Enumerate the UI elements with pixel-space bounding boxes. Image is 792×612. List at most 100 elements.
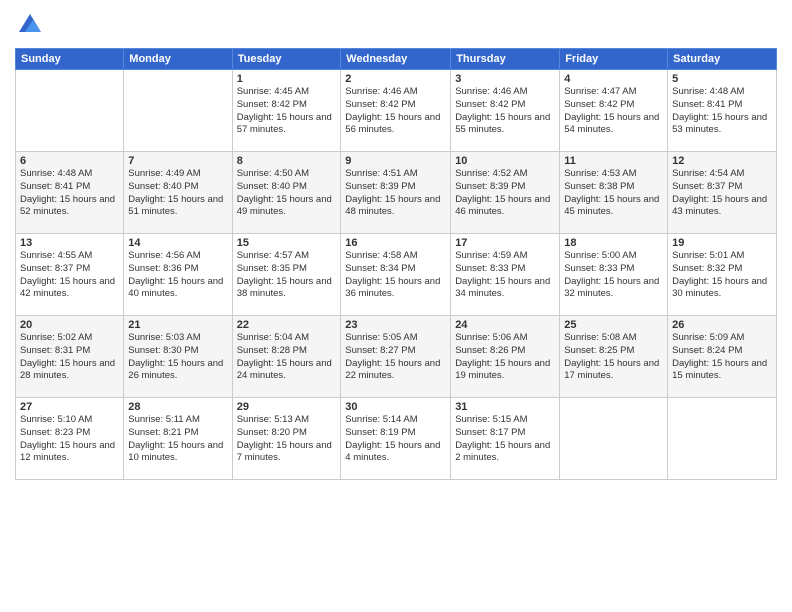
day-info: Sunrise: 5:14 AM Sunset: 8:19 PM Dayligh… [345, 414, 446, 465]
calendar-cell: 13Sunrise: 4:55 AM Sunset: 8:37 PM Dayli… [16, 234, 124, 316]
day-number: 30 [345, 401, 446, 413]
day-number: 10 [455, 155, 555, 167]
day-info: Sunrise: 4:58 AM Sunset: 8:34 PM Dayligh… [345, 250, 446, 301]
calendar-week-row: 1Sunrise: 4:45 AM Sunset: 8:42 PM Daylig… [16, 70, 777, 152]
day-info: Sunrise: 5:13 AM Sunset: 8:20 PM Dayligh… [237, 414, 337, 465]
day-info: Sunrise: 4:57 AM Sunset: 8:35 PM Dayligh… [237, 250, 337, 301]
calendar-cell: 22Sunrise: 5:04 AM Sunset: 8:28 PM Dayli… [232, 316, 341, 398]
weekday-header: Sunday [16, 49, 124, 70]
calendar-cell: 17Sunrise: 4:59 AM Sunset: 8:33 PM Dayli… [451, 234, 560, 316]
day-info: Sunrise: 4:46 AM Sunset: 8:42 PM Dayligh… [345, 86, 446, 137]
calendar-cell: 4Sunrise: 4:47 AM Sunset: 8:42 PM Daylig… [560, 70, 668, 152]
calendar-cell [560, 398, 668, 480]
day-number: 11 [564, 155, 663, 167]
day-number: 18 [564, 237, 663, 249]
day-number: 17 [455, 237, 555, 249]
day-info: Sunrise: 5:00 AM Sunset: 8:33 PM Dayligh… [564, 250, 663, 301]
weekday-header: Tuesday [232, 49, 341, 70]
calendar-cell: 12Sunrise: 4:54 AM Sunset: 8:37 PM Dayli… [668, 152, 777, 234]
calendar-cell: 29Sunrise: 5:13 AM Sunset: 8:20 PM Dayli… [232, 398, 341, 480]
weekday-header: Monday [124, 49, 232, 70]
day-info: Sunrise: 4:46 AM Sunset: 8:42 PM Dayligh… [455, 86, 555, 137]
day-number: 3 [455, 73, 555, 85]
calendar-cell: 21Sunrise: 5:03 AM Sunset: 8:30 PM Dayli… [124, 316, 232, 398]
calendar-cell [16, 70, 124, 152]
calendar-cell: 30Sunrise: 5:14 AM Sunset: 8:19 PM Dayli… [341, 398, 451, 480]
calendar-cell: 20Sunrise: 5:02 AM Sunset: 8:31 PM Dayli… [16, 316, 124, 398]
day-info: Sunrise: 5:04 AM Sunset: 8:28 PM Dayligh… [237, 332, 337, 383]
calendar: SundayMondayTuesdayWednesdayThursdayFrid… [15, 48, 777, 480]
day-info: Sunrise: 4:45 AM Sunset: 8:42 PM Dayligh… [237, 86, 337, 137]
weekday-header: Friday [560, 49, 668, 70]
day-info: Sunrise: 4:48 AM Sunset: 8:41 PM Dayligh… [672, 86, 772, 137]
day-info: Sunrise: 5:09 AM Sunset: 8:24 PM Dayligh… [672, 332, 772, 383]
calendar-cell: 1Sunrise: 4:45 AM Sunset: 8:42 PM Daylig… [232, 70, 341, 152]
logo [15, 10, 49, 40]
day-info: Sunrise: 5:02 AM Sunset: 8:31 PM Dayligh… [20, 332, 119, 383]
day-info: Sunrise: 4:51 AM Sunset: 8:39 PM Dayligh… [345, 168, 446, 219]
day-number: 28 [128, 401, 227, 413]
calendar-cell: 14Sunrise: 4:56 AM Sunset: 8:36 PM Dayli… [124, 234, 232, 316]
calendar-cell [124, 70, 232, 152]
day-info: Sunrise: 5:11 AM Sunset: 8:21 PM Dayligh… [128, 414, 227, 465]
calendar-cell: 23Sunrise: 5:05 AM Sunset: 8:27 PM Dayli… [341, 316, 451, 398]
day-number: 24 [455, 319, 555, 331]
day-info: Sunrise: 4:55 AM Sunset: 8:37 PM Dayligh… [20, 250, 119, 301]
day-number: 19 [672, 237, 772, 249]
weekday-header: Wednesday [341, 49, 451, 70]
day-number: 14 [128, 237, 227, 249]
calendar-cell [668, 398, 777, 480]
day-info: Sunrise: 5:01 AM Sunset: 8:32 PM Dayligh… [672, 250, 772, 301]
day-number: 21 [128, 319, 227, 331]
day-info: Sunrise: 4:52 AM Sunset: 8:39 PM Dayligh… [455, 168, 555, 219]
day-number: 16 [345, 237, 446, 249]
day-info: Sunrise: 4:54 AM Sunset: 8:37 PM Dayligh… [672, 168, 772, 219]
day-number: 9 [345, 155, 446, 167]
day-info: Sunrise: 5:05 AM Sunset: 8:27 PM Dayligh… [345, 332, 446, 383]
logo-icon [15, 10, 45, 40]
day-number: 6 [20, 155, 119, 167]
day-info: Sunrise: 4:59 AM Sunset: 8:33 PM Dayligh… [455, 250, 555, 301]
calendar-cell: 6Sunrise: 4:48 AM Sunset: 8:41 PM Daylig… [16, 152, 124, 234]
calendar-cell: 19Sunrise: 5:01 AM Sunset: 8:32 PM Dayli… [668, 234, 777, 316]
day-info: Sunrise: 4:56 AM Sunset: 8:36 PM Dayligh… [128, 250, 227, 301]
day-number: 31 [455, 401, 555, 413]
calendar-cell: 8Sunrise: 4:50 AM Sunset: 8:40 PM Daylig… [232, 152, 341, 234]
calendar-cell: 27Sunrise: 5:10 AM Sunset: 8:23 PM Dayli… [16, 398, 124, 480]
day-number: 2 [345, 73, 446, 85]
day-info: Sunrise: 5:06 AM Sunset: 8:26 PM Dayligh… [455, 332, 555, 383]
page: SundayMondayTuesdayWednesdayThursdayFrid… [0, 0, 792, 612]
calendar-cell: 25Sunrise: 5:08 AM Sunset: 8:25 PM Dayli… [560, 316, 668, 398]
calendar-cell: 11Sunrise: 4:53 AM Sunset: 8:38 PM Dayli… [560, 152, 668, 234]
day-number: 25 [564, 319, 663, 331]
calendar-week-row: 6Sunrise: 4:48 AM Sunset: 8:41 PM Daylig… [16, 152, 777, 234]
day-info: Sunrise: 5:03 AM Sunset: 8:30 PM Dayligh… [128, 332, 227, 383]
day-info: Sunrise: 5:08 AM Sunset: 8:25 PM Dayligh… [564, 332, 663, 383]
day-info: Sunrise: 4:47 AM Sunset: 8:42 PM Dayligh… [564, 86, 663, 137]
day-info: Sunrise: 5:15 AM Sunset: 8:17 PM Dayligh… [455, 414, 555, 465]
day-number: 5 [672, 73, 772, 85]
day-number: 29 [237, 401, 337, 413]
day-number: 7 [128, 155, 227, 167]
day-info: Sunrise: 4:53 AM Sunset: 8:38 PM Dayligh… [564, 168, 663, 219]
day-number: 8 [237, 155, 337, 167]
calendar-cell: 31Sunrise: 5:15 AM Sunset: 8:17 PM Dayli… [451, 398, 560, 480]
header [15, 10, 777, 40]
weekday-header: Thursday [451, 49, 560, 70]
calendar-cell: 5Sunrise: 4:48 AM Sunset: 8:41 PM Daylig… [668, 70, 777, 152]
calendar-cell: 3Sunrise: 4:46 AM Sunset: 8:42 PM Daylig… [451, 70, 560, 152]
day-number: 15 [237, 237, 337, 249]
calendar-cell: 2Sunrise: 4:46 AM Sunset: 8:42 PM Daylig… [341, 70, 451, 152]
calendar-week-row: 13Sunrise: 4:55 AM Sunset: 8:37 PM Dayli… [16, 234, 777, 316]
weekday-header-row: SundayMondayTuesdayWednesdayThursdayFrid… [16, 49, 777, 70]
calendar-cell: 18Sunrise: 5:00 AM Sunset: 8:33 PM Dayli… [560, 234, 668, 316]
calendar-cell: 26Sunrise: 5:09 AM Sunset: 8:24 PM Dayli… [668, 316, 777, 398]
day-info: Sunrise: 4:48 AM Sunset: 8:41 PM Dayligh… [20, 168, 119, 219]
day-number: 4 [564, 73, 663, 85]
calendar-cell: 7Sunrise: 4:49 AM Sunset: 8:40 PM Daylig… [124, 152, 232, 234]
weekday-header: Saturday [668, 49, 777, 70]
day-info: Sunrise: 4:49 AM Sunset: 8:40 PM Dayligh… [128, 168, 227, 219]
day-number: 1 [237, 73, 337, 85]
calendar-cell: 10Sunrise: 4:52 AM Sunset: 8:39 PM Dayli… [451, 152, 560, 234]
calendar-cell: 15Sunrise: 4:57 AM Sunset: 8:35 PM Dayli… [232, 234, 341, 316]
